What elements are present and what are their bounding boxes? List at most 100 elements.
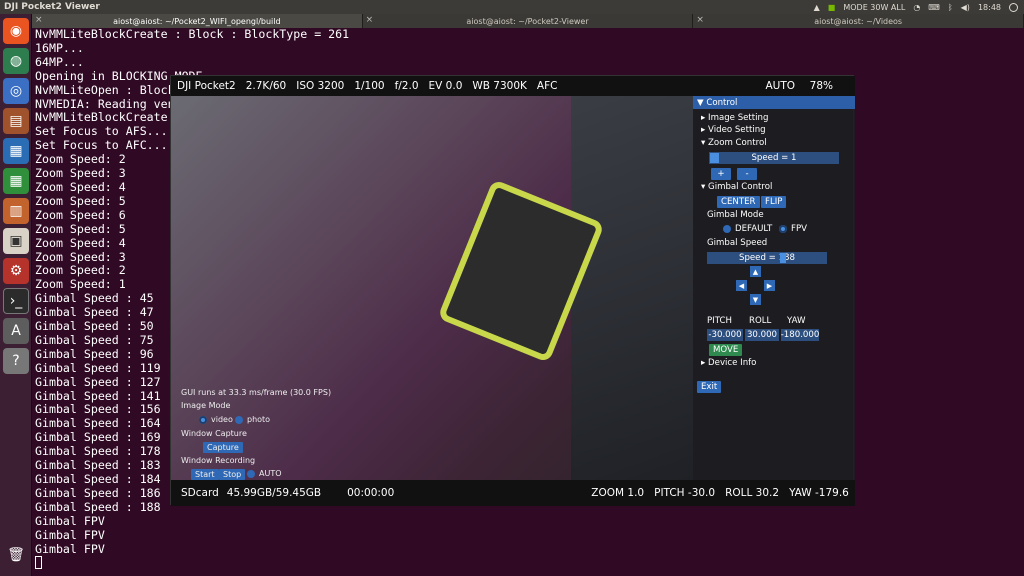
files-icon[interactable]: ▤ (3, 108, 29, 134)
auto-checkbox[interactable]: AUTO (247, 469, 282, 478)
exposure-mode: AUTO (765, 80, 795, 92)
wifi-icon[interactable]: ◔ (913, 3, 920, 12)
move-button[interactable]: MOVE (709, 344, 743, 356)
start-button[interactable]: Start (191, 469, 219, 480)
exit-button[interactable]: Exit (697, 381, 722, 393)
zoom-speed-track[interactable]: Speed = 1 (709, 152, 839, 164)
chrome-icon[interactable]: ◎ (3, 78, 29, 104)
gimbal-mode-label: Gimbal Mode (707, 210, 764, 220)
gimbal-up-button[interactable]: ▲ (750, 266, 761, 277)
radio-icon (199, 415, 207, 424)
control-header[interactable]: ▼ Control (693, 96, 855, 109)
zoom-in-button[interactable]: + (711, 168, 731, 180)
camera-preview: GUI runs at 33.3 ms/frame (30.0 FPS) Ima… (171, 96, 693, 480)
yaw-label: YAW (787, 316, 806, 326)
roll-input[interactable]: 30.000 (745, 329, 779, 341)
updater-icon[interactable]: A (3, 318, 29, 344)
close-tab-icon[interactable]: × (366, 15, 374, 25)
window-capture-label: Window Capture (181, 429, 247, 438)
sdcard-value: 45.99GB/59.45GB (226, 487, 322, 499)
sdcard-label: SDcard (181, 487, 219, 499)
zoom-speed-slider[interactable]: Speed = 1 (709, 152, 839, 164)
gimbal-speed-slider[interactable]: Speed = 188 (707, 252, 827, 264)
flip-button[interactable]: FLIP (761, 196, 787, 208)
gimbal-control-node[interactable]: ▾ Gimbal Control (701, 182, 772, 192)
nvidia-icon[interactable]: ■ (828, 3, 836, 12)
trash-icon[interactable]: 🗑 (3, 542, 29, 568)
record-time: 00:00:00 (347, 487, 395, 499)
bluetooth-icon[interactable]: ᛒ (948, 3, 953, 12)
tab-label: aiost@aiost: ~/Pocket2-Viewer (466, 16, 589, 26)
keyboard-icon[interactable]: ⌨ (928, 3, 940, 12)
terminal-icon[interactable]: ›_ (3, 288, 29, 314)
photo-label: photo (247, 415, 271, 424)
device-name: DJI Pocket2 (177, 80, 236, 92)
collapse-icon: ▾ (701, 138, 709, 148)
pitch-readout: PITCH -30.0 (654, 487, 716, 499)
camera-info-bar: SDcard 45.99GB/59.45GB 00:00:00 ZOOM 1.0… (171, 480, 855, 506)
power-mode-label[interactable]: MODE 30W ALL (843, 3, 905, 12)
fpv-radio[interactable]: FPV (779, 224, 807, 234)
power-icon[interactable] (1009, 2, 1018, 12)
slider-grab-icon[interactable] (780, 253, 786, 263)
focus-mode: AFC (536, 80, 558, 92)
radio-icon (235, 415, 243, 424)
impress-icon[interactable]: ▥ (3, 198, 29, 224)
indicator-area: ▲ ■ MODE 30W ALL ◔ ⌨ ᛒ ◀) 18:48 (814, 0, 1018, 14)
terminal-line: Gimbal FPV (35, 527, 105, 542)
gimbal-control-label: Gimbal Control (708, 182, 773, 192)
chromium-icon[interactable]: ◍ (3, 48, 29, 74)
image-setting-node[interactable]: ▸ Image Setting (701, 113, 768, 123)
laptop-keyboard-image (571, 96, 693, 480)
default-label: DEFAULT (735, 224, 773, 234)
tab-videos[interactable]: × aiost@aiost: ~/Videos (693, 14, 1024, 28)
terminal-line: NvMMLiteBlockCreate : Block : BlockType … (35, 28, 350, 41)
terminal-line: 16MP... (35, 40, 84, 55)
device-info-node[interactable]: ▸ Device Info (701, 358, 756, 368)
window-recording-label: Window Recording (181, 456, 256, 465)
gimbal-left-button[interactable]: ◀ (736, 280, 747, 291)
gimbal-right-button[interactable]: ▶ (764, 280, 775, 291)
close-tab-icon[interactable]: × (35, 15, 43, 25)
volume-icon[interactable]: ◀) (961, 3, 970, 12)
writer-icon[interactable]: ▦ (3, 138, 29, 164)
ubuntu-dash-icon[interactable]: ◉ (3, 18, 29, 44)
tab-label: aiost@aiost: ~/Pocket2_WIFI_opengl/build (113, 16, 281, 26)
tab-pocket2-viewer[interactable]: × aiost@aiost: ~/Pocket2-Viewer (362, 14, 694, 28)
capture-button[interactable]: Capture (203, 442, 243, 453)
pitch-input[interactable]: -30.000 (707, 329, 743, 341)
expand-icon: ▸ (701, 125, 709, 135)
tab-label: aiost@aiost: ~/Videos (814, 16, 903, 26)
settings-icon[interactable]: ⚙ (3, 258, 29, 284)
yaw-input[interactable]: -180.000 (781, 329, 819, 341)
video-radio[interactable]: video (199, 415, 233, 424)
radio-icon (723, 225, 731, 233)
roll-label: ROLL (749, 316, 772, 326)
zoom-out-button[interactable]: - (737, 168, 757, 180)
video-setting-node[interactable]: ▸ Video Setting (701, 125, 766, 135)
terminal-line: Gimbal FPV (35, 513, 105, 528)
gimbal-speed-track[interactable]: Speed = 188 (707, 252, 827, 264)
stop-button[interactable]: Stop (219, 469, 246, 480)
network-icon[interactable]: ▲ (814, 3, 820, 12)
roll-readout: ROLL 30.2 (725, 487, 780, 499)
zoom-speed-value: Speed = 1 (751, 153, 797, 163)
default-radio[interactable]: DEFAULT (723, 224, 772, 234)
auto-label: AUTO (259, 469, 282, 478)
calc-icon[interactable]: ▦ (3, 168, 29, 194)
tab-build[interactable]: × aiost@aiost: ~/Pocket2_WIFI_opengl/bui… (32, 14, 363, 28)
battery-level: 78% (809, 80, 833, 92)
pocket2-viewer-window: DJI Pocket2 2.7K/60 ISO 3200 1/100 f/2.0… (170, 75, 855, 506)
iso: ISO 3200 (296, 80, 345, 92)
slider-grab-icon[interactable] (710, 153, 719, 163)
gimbal-down-button[interactable]: ▼ (750, 294, 761, 305)
zoom-control-node[interactable]: ▾ Zoom Control (701, 138, 767, 148)
photo-radio[interactable]: photo (235, 415, 270, 424)
clock[interactable]: 18:48 (978, 3, 1001, 12)
radio-icon (779, 225, 787, 233)
zoom-readout: ZOOM 1.0 (591, 487, 645, 499)
center-button[interactable]: CENTER (717, 196, 760, 208)
help-icon[interactable]: ? (3, 348, 29, 374)
close-tab-icon[interactable]: × (696, 15, 704, 25)
software-icon[interactable]: ▣ (3, 228, 29, 254)
